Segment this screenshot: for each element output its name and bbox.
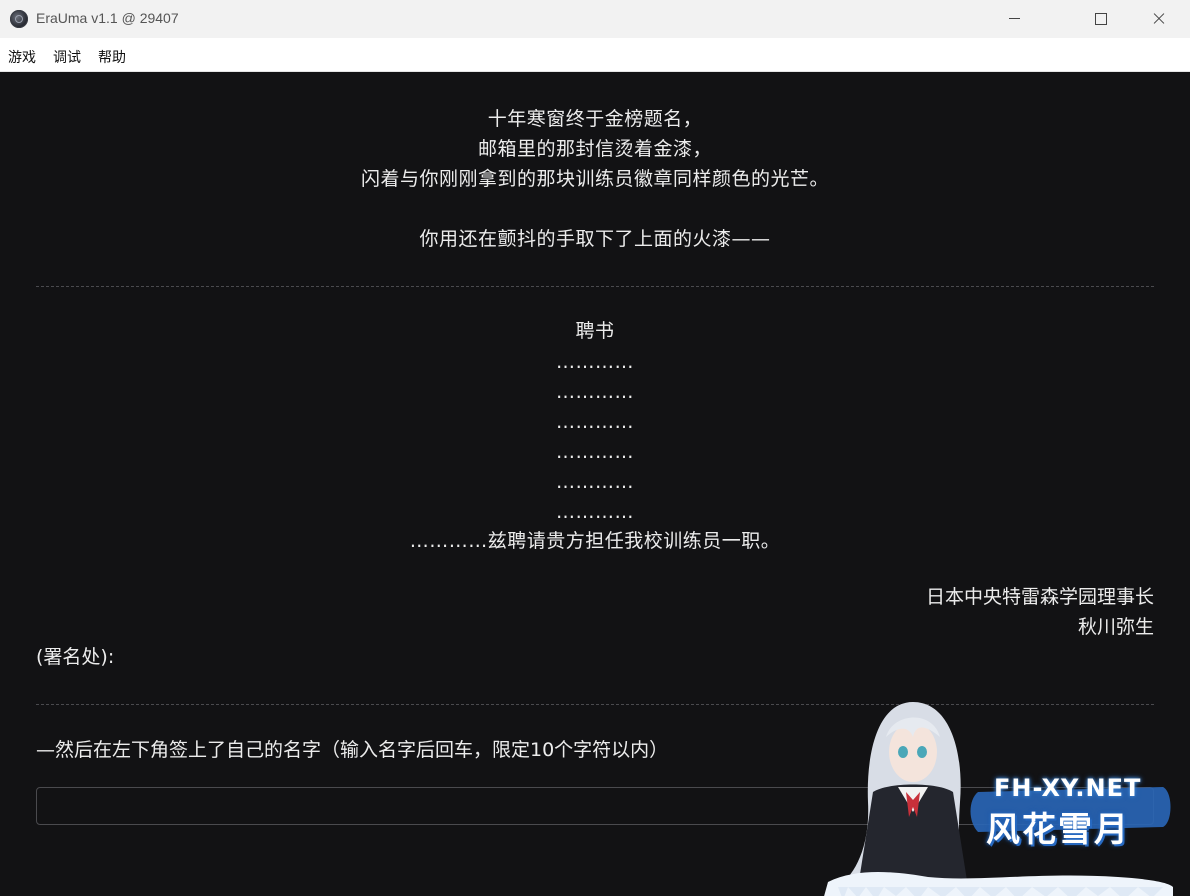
watermark: FH-XY.NET 风花雪月: [818, 682, 1178, 896]
intro-line: 你用还在颤抖的手取下了上面的火漆——: [419, 228, 771, 250]
watermark-name: 风花雪月: [986, 810, 1130, 850]
letter-dots: …………: [556, 501, 634, 523]
letter-title: 聘书: [575, 320, 615, 342]
letter-dots: …………: [556, 351, 634, 373]
maximize-button[interactable]: [1071, 0, 1129, 38]
letter-dots: …………: [556, 471, 634, 493]
intro-line: 闪着与你刚刚拿到的那块训练员徽章同样颜色的光芒。: [360, 168, 829, 190]
intro-line: 邮箱里的那封信烫着金漆，: [477, 138, 712, 160]
letter-dots: …………: [556, 411, 634, 433]
signature-label: (署名处):: [36, 646, 115, 668]
letter-body: …………兹聘请贵方担任我校训练员一职。: [409, 530, 781, 552]
menu-game[interactable]: 游戏: [8, 47, 36, 67]
minimize-button[interactable]: [986, 0, 1044, 38]
letter-dots: …………: [556, 441, 634, 463]
signature-org: 日本中央特雷森学园理事长: [925, 586, 1154, 608]
app-icon: [10, 10, 28, 28]
window-title: EraUma v1.1 @ 29407: [36, 10, 179, 26]
watermark-site: FH-XY.NET: [994, 774, 1142, 802]
menu-help[interactable]: 帮助: [98, 47, 126, 67]
signature-name: 秋川弥生: [1077, 616, 1154, 638]
game-console: 十年寒窗终于金榜题名， 邮箱里的那封信烫着金漆， 闪着与你刚刚拿到的那块训练员徽…: [0, 72, 1190, 896]
letter-dots: …………: [556, 381, 634, 403]
prompt-text: —然后在左下角签上了自己的名字（输入名字后回车，限定10个字符以内）: [36, 739, 669, 761]
intro-line: 十年寒窗终于金榜题名，: [487, 108, 703, 130]
menu-debug[interactable]: 调试: [53, 47, 81, 67]
divider: [36, 286, 1154, 287]
menu-bar: 游戏 调试 帮助: [0, 38, 1190, 72]
close-button[interactable]: [1130, 0, 1188, 38]
title-bar: EraUma v1.1 @ 29407: [0, 0, 1190, 38]
